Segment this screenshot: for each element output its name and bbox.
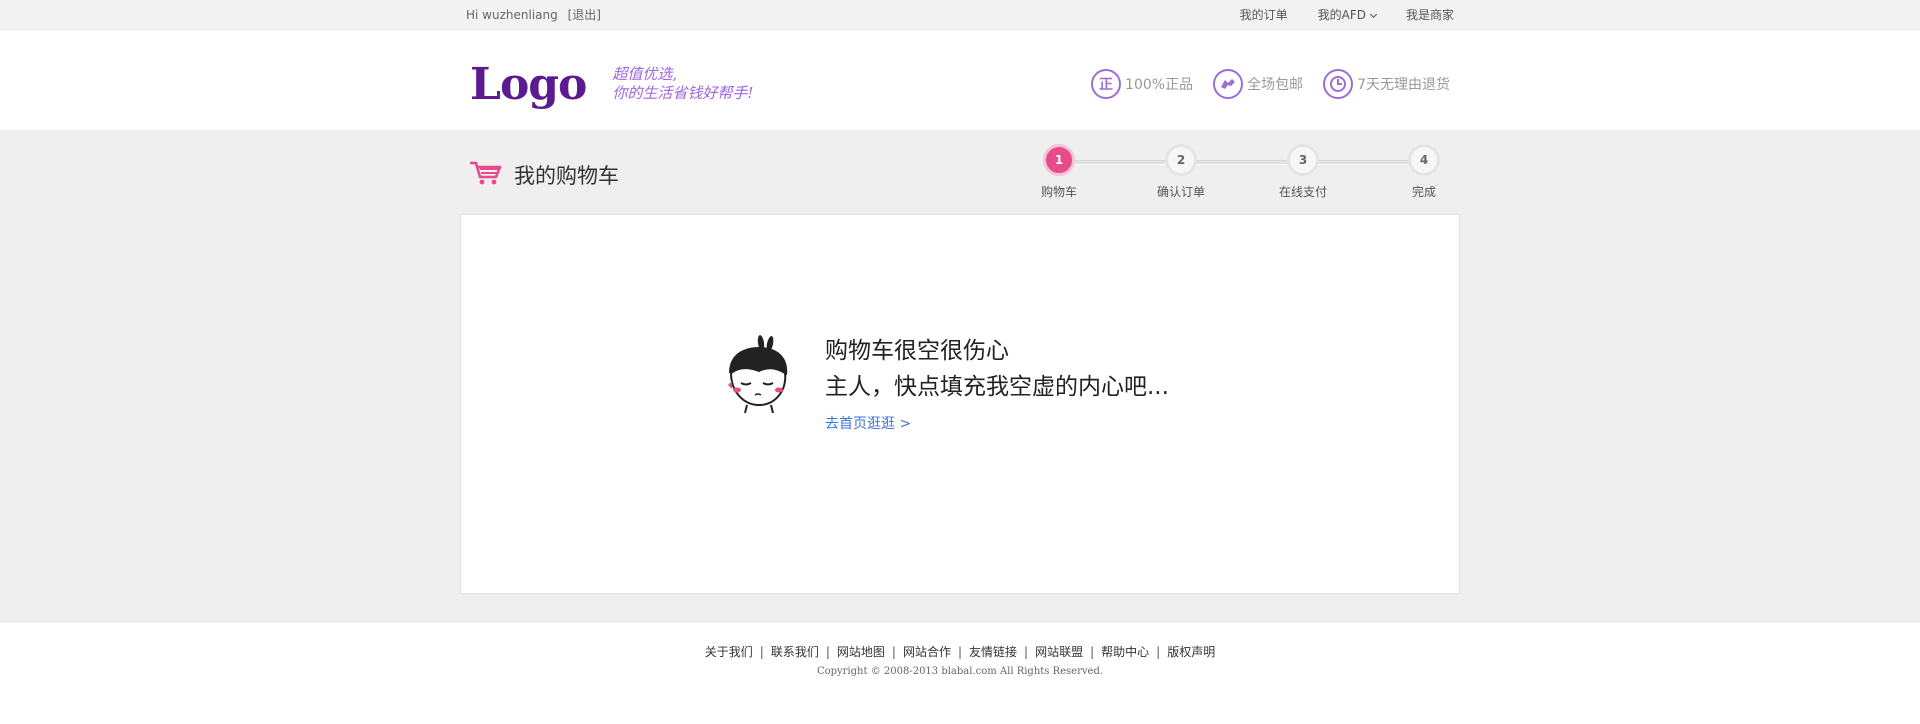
- step-cart: 1 购物车: [1029, 144, 1089, 200]
- top-links: 我的订单 我的AFD 我是商家: [1240, 6, 1460, 23]
- checkout-steps: 1 购物车 2 确认订单 3 在线支付 4 完成: [1041, 144, 1454, 204]
- genuine-icon: 正: [1091, 69, 1122, 99]
- footer-link-about[interactable]: 关于我们: [705, 645, 753, 659]
- footer-link-contact[interactable]: 联系我们: [771, 645, 819, 659]
- site-header: Logo 超值优选, 你的生活省钱好帮手! 正 100%正品 全场包邮 7天无理…: [0, 30, 1920, 130]
- promise-return-label: 7天无理由退货: [1357, 77, 1450, 93]
- free-shipping-icon: [1213, 69, 1244, 99]
- footer-link-copyright[interactable]: 版权声明: [1167, 645, 1215, 659]
- logout-link[interactable]: [退出]: [568, 8, 601, 22]
- promise-genuine-label: 100%正品: [1125, 77, 1194, 93]
- footer-separator: |: [891, 645, 896, 659]
- step-number: 2: [1165, 144, 1197, 176]
- footer-link-alliance[interactable]: 网站联盟: [1035, 645, 1083, 659]
- footer-link-sitemap[interactable]: 网站地图: [837, 645, 885, 659]
- footer-link-cooperation[interactable]: 网站合作: [903, 645, 951, 659]
- footer-separator: |: [759, 645, 764, 659]
- step-label: 在线支付: [1278, 185, 1327, 199]
- site-footer: 关于我们 | 联系我们 | 网站地图 | 网站合作 | 友情链接 | 网站联盟 | 帮助中心 | 版权声明 …: [0, 623, 1920, 677]
- merchant-link[interactable]: 我是商家: [1406, 6, 1454, 23]
- step-number: 3: [1287, 144, 1319, 176]
- service-promises: 正 100%正品 全场包邮 7天无理由退货: [1091, 69, 1450, 99]
- promise-free-shipping-label: 全场包邮: [1247, 77, 1304, 93]
- top-bar: Hi wuzhenliang [退出] 我的订单 我的AFD 我是商家: [0, 0, 1920, 30]
- step-label: 完成: [1411, 185, 1436, 199]
- empty-cart-message: 购物车很空很伤心 主人，快点填充我空虚的内心吧... 去首页逛逛 >: [723, 333, 1169, 433]
- cart-panel: 购物车很空很伤心 主人，快点填充我空虚的内心吧... 去首页逛逛 >: [460, 214, 1460, 594]
- main-area: 我的购物车 1 购物车 2 确认订单 3 在线支付 4 完成 购物车很空很伤心 …: [0, 130, 1920, 623]
- footer-link-friends[interactable]: 友情链接: [969, 645, 1017, 659]
- page-title: 我的购物车: [514, 164, 619, 188]
- promise-free-shipping: 全场包邮: [1213, 69, 1303, 99]
- step-done: 4 完成: [1394, 144, 1454, 200]
- slogan-line2: 你的生活省钱好帮手!: [612, 84, 754, 102]
- footer-separator: |: [1156, 645, 1161, 659]
- step-pay: 3 在线支付: [1273, 144, 1333, 200]
- empty-cart-text: 购物车很空很伤心 主人，快点填充我空虚的内心吧... 去首页逛逛 >: [825, 333, 1169, 433]
- footer-separator: |: [1024, 645, 1029, 659]
- sad-face-icon: [723, 333, 793, 433]
- footer-separator: |: [825, 645, 830, 659]
- user-greeting: Hi wuzhenliang [退出]: [460, 6, 607, 23]
- copyright-text: Copyright © 2008-2013 blabal.com All Rig…: [816, 666, 1104, 677]
- greeting-text: Hi wuzhenliang: [466, 8, 558, 22]
- step-confirm: 2 确认订单: [1151, 144, 1211, 200]
- cart-title: 我的购物车: [469, 160, 619, 190]
- cart-icon: [469, 160, 502, 190]
- step-label: 购物车: [1040, 185, 1077, 199]
- footer-separator: |: [957, 645, 963, 659]
- go-home-link[interactable]: 去首页逛逛 >: [825, 413, 1169, 433]
- empty-cart-line1: 购物车很空很伤心: [825, 338, 1009, 364]
- cart-title-row: 我的购物车 1 购物车 2 确认订单 3 在线支付 4 完成: [460, 138, 1460, 214]
- clock-return-icon: [1323, 69, 1354, 99]
- step-label: 确认订单: [1156, 185, 1205, 199]
- my-orders-link[interactable]: 我的订单: [1240, 6, 1288, 23]
- footer-nav: 关于我们 | 联系我们 | 网站地图 | 网站合作 | 友情链接 | 网站联盟 | 帮助中心 | 版权声明: [0, 643, 1920, 660]
- site-logo[interactable]: Logo: [470, 59, 587, 110]
- my-afd-label: 我的AFD: [1317, 8, 1366, 22]
- footer-link-help[interactable]: 帮助中心: [1101, 645, 1149, 659]
- slogan: 超值优选, 你的生活省钱好帮手!: [612, 65, 753, 103]
- my-afd-menu[interactable]: 我的AFD: [1317, 6, 1378, 23]
- empty-cart-line2: 主人，快点填充我空虚的内心吧...: [825, 374, 1169, 400]
- chevron-down-icon: [1369, 10, 1378, 19]
- slogan-line1: 超值优选,: [612, 65, 678, 83]
- steps-progress-line: [1066, 160, 1434, 165]
- promise-return: 7天无理由退货: [1323, 69, 1450, 99]
- footer-separator: |: [1090, 645, 1095, 659]
- promise-genuine: 正 100%正品: [1091, 69, 1193, 99]
- step-number: 4: [1408, 144, 1440, 176]
- step-number: 1: [1043, 144, 1075, 176]
